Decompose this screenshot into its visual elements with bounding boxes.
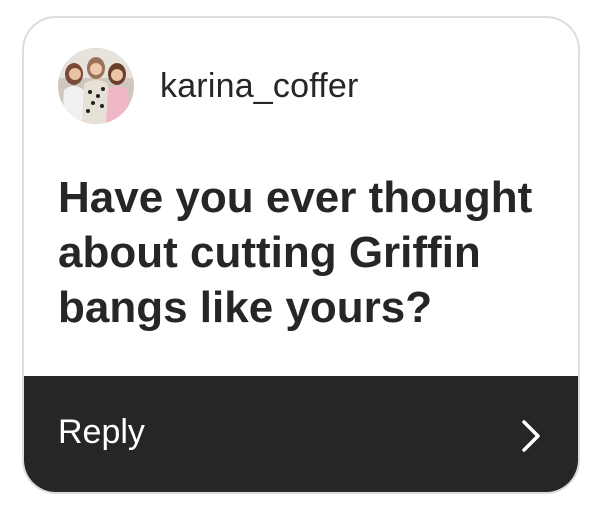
avatar[interactable] [58, 48, 134, 124]
sticker-header: karina_coffer [58, 48, 359, 124]
reply-button[interactable]: Reply [24, 376, 578, 492]
chevron-right-icon [522, 420, 540, 452]
question-text: Have you ever thought about cutting Grif… [58, 173, 533, 332]
question-sticker-card: karina_coffer Have you ever thought abou… [22, 16, 580, 494]
profile-photo-icon [58, 48, 134, 124]
reply-label: Reply [58, 413, 145, 451]
username[interactable]: karina_coffer [160, 67, 359, 106]
